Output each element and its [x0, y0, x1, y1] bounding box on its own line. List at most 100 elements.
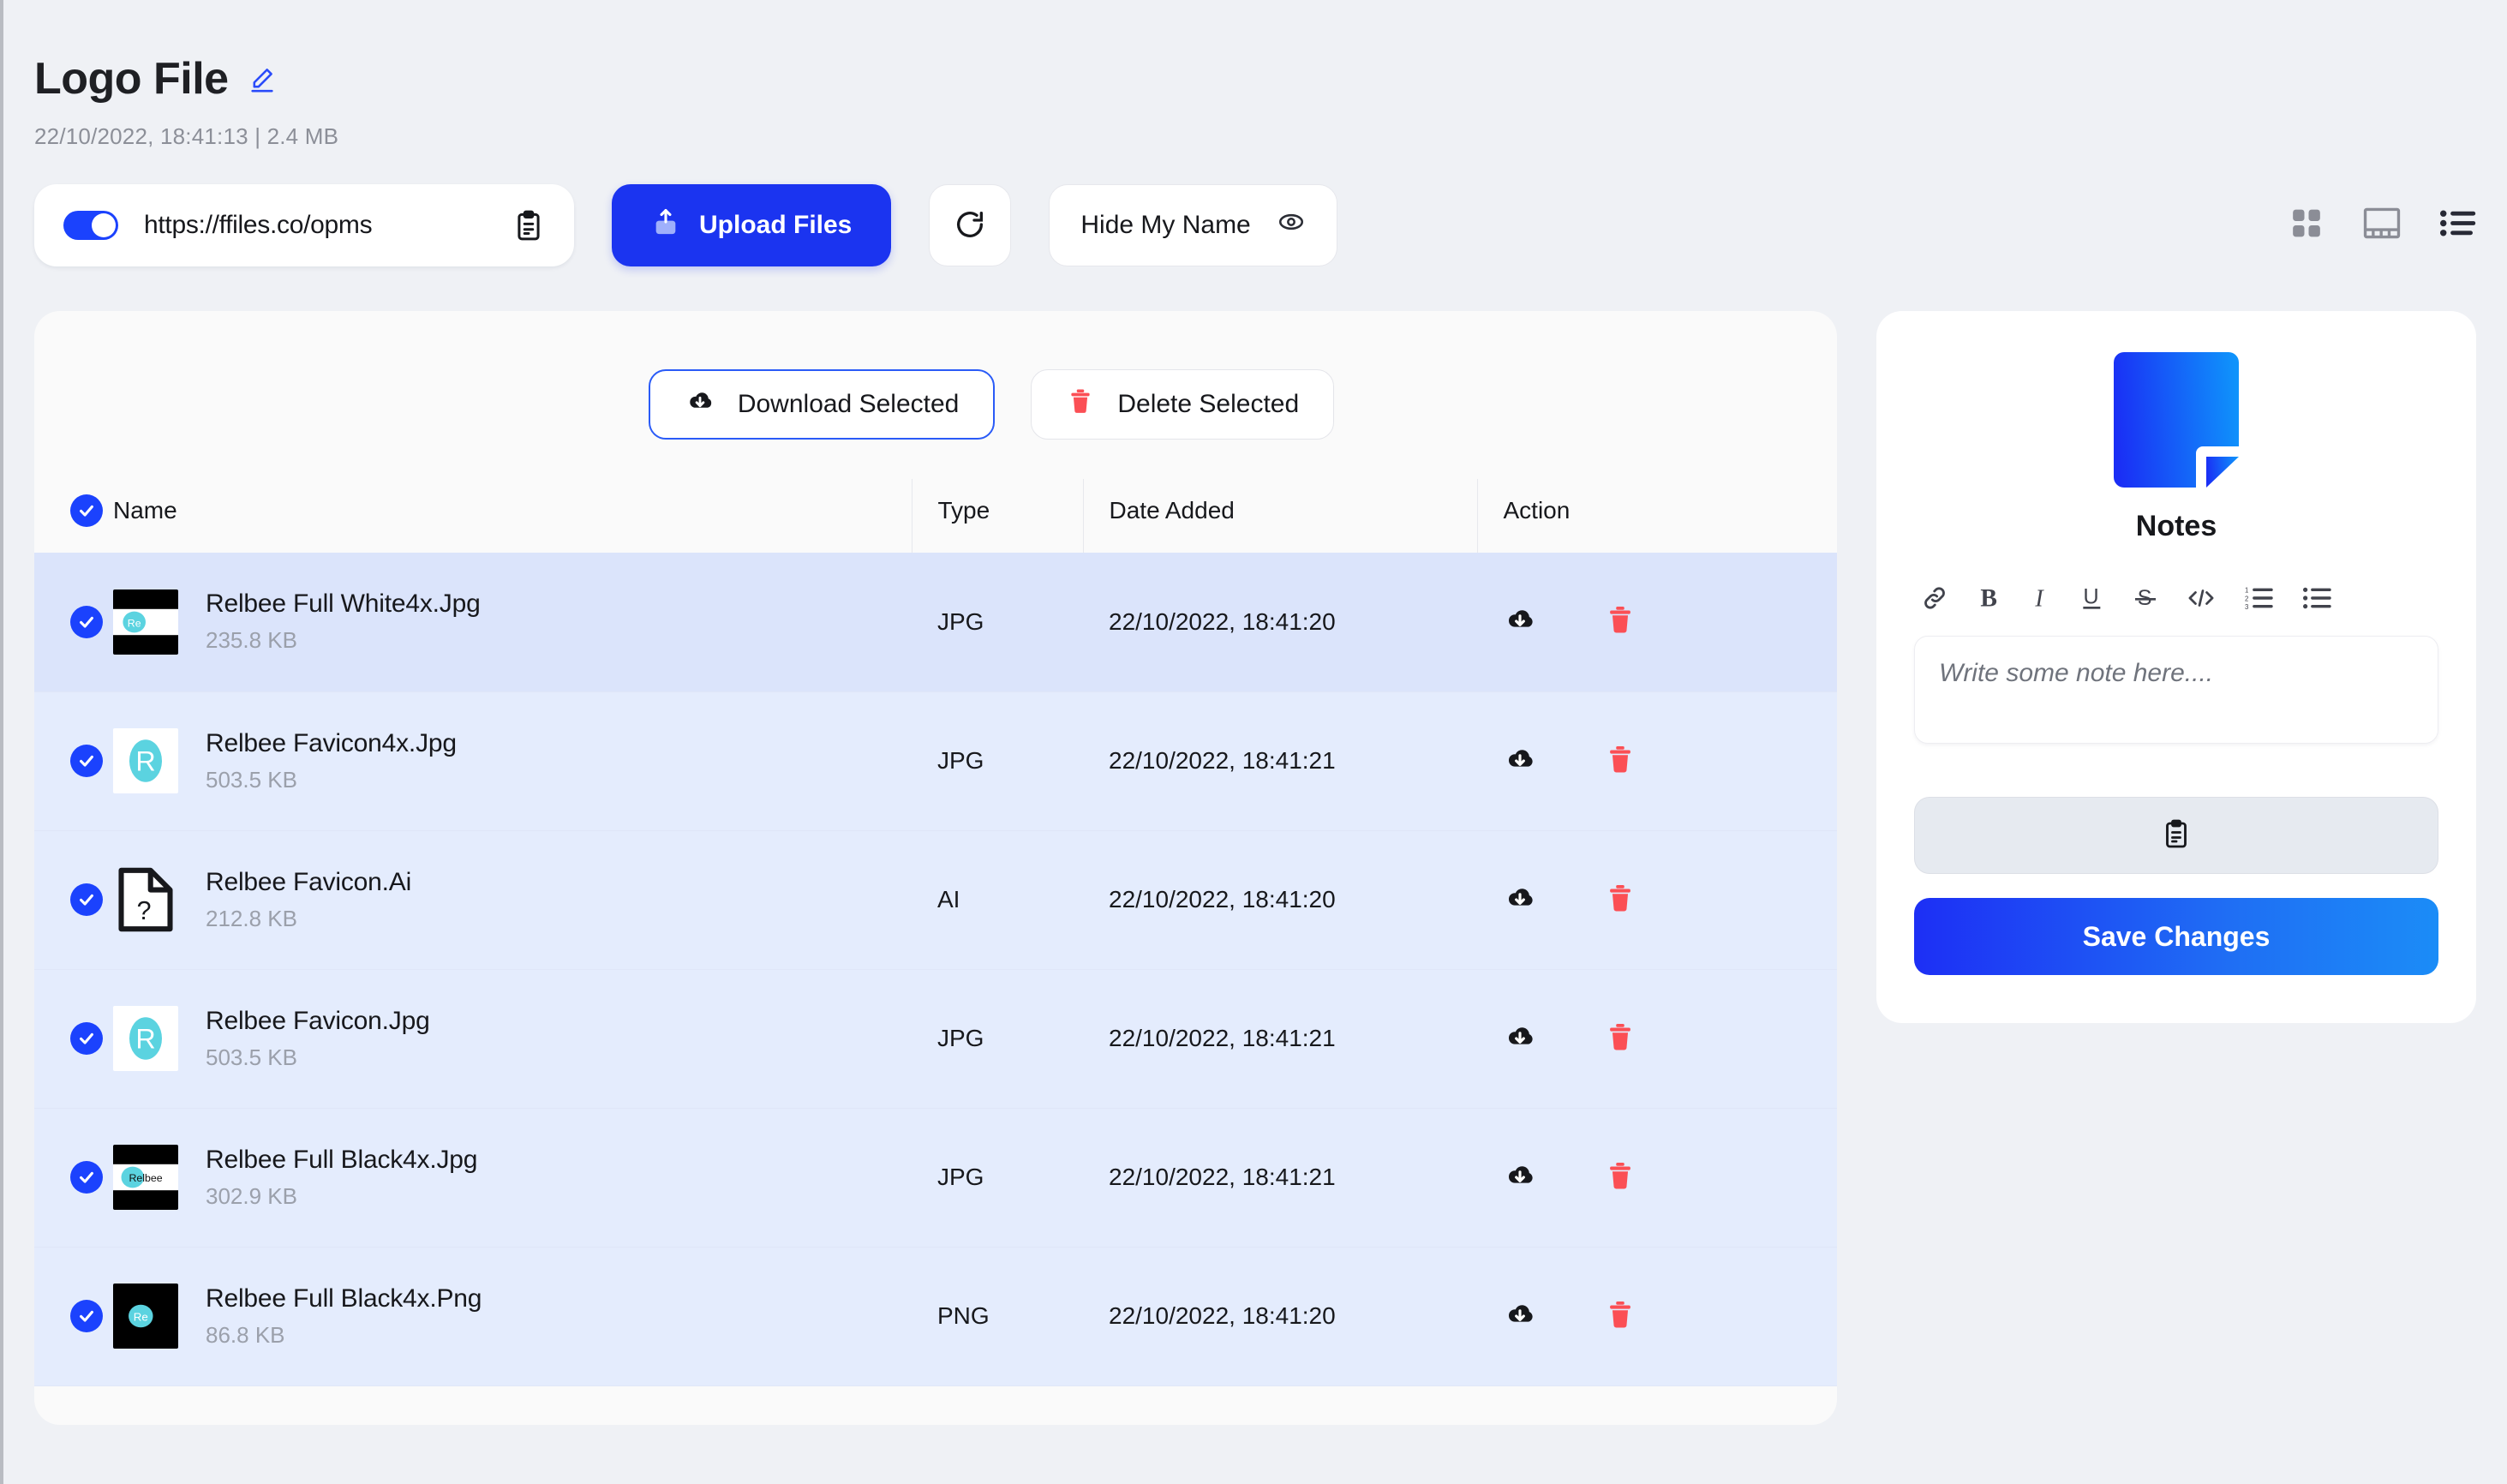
select-all-checkbox[interactable] — [70, 494, 103, 527]
column-header-date: Date Added — [1082, 479, 1477, 553]
note-input[interactable]: Write some note here.... — [1914, 636, 2438, 744]
row-checkbox[interactable] — [70, 1300, 103, 1332]
row-delete-icon[interactable] — [1604, 603, 1636, 640]
row-checkbox[interactable] — [70, 605, 103, 638]
file-thumbnail: R — [113, 728, 178, 793]
svg-text:Re: Re — [134, 1311, 148, 1324]
list-view-icon[interactable] — [2440, 208, 2476, 243]
file-thumbnail: Relbee — [113, 1145, 178, 1210]
content-area: Download Selected Delete Selected Name T… — [34, 311, 2476, 1425]
table-row[interactable]: Re Relbee Full White4x.Jpg 235.8 KB JPG … — [34, 553, 1837, 691]
hide-my-name-button[interactable]: Hide My Name — [1049, 184, 1337, 266]
select-all-header — [34, 479, 113, 553]
svg-text:Re: Re — [128, 617, 141, 629]
title-row: Logo File — [34, 53, 2507, 105]
column-header-name: Name — [113, 497, 177, 524]
files-table: Name Type Date Added Action Re Relbee Fu… — [34, 479, 1837, 1386]
row-download-icon[interactable] — [1503, 602, 1537, 641]
table-row[interactable]: ? Relbee Favicon.Ai 212.8 KB AI 22/10/20… — [34, 830, 1837, 969]
row-checkbox[interactable] — [70, 883, 103, 916]
row-delete-icon[interactable] — [1604, 1159, 1636, 1196]
row-checkbox[interactable] — [70, 745, 103, 777]
files-table-body: Re Relbee Full White4x.Jpg 235.8 KB JPG … — [34, 553, 1837, 1385]
file-date: 22/10/2022, 18:41:20 — [1109, 607, 1336, 635]
file-type: AI — [937, 886, 960, 913]
share-toggle[interactable] — [63, 211, 118, 240]
row-download-icon[interactable] — [1503, 742, 1537, 781]
svg-text:1: 1 — [2245, 586, 2248, 594]
file-size: 235.8 KB — [206, 627, 297, 654]
code-icon[interactable] — [2187, 584, 2216, 612]
pencil-icon[interactable] — [248, 64, 277, 93]
file-size: 503.5 KB — [206, 1044, 297, 1070]
save-changes-button[interactable]: Save Changes — [1914, 898, 2438, 975]
file-size: 302.9 KB — [206, 1182, 297, 1209]
link-icon[interactable] — [1921, 584, 1948, 612]
bold-icon[interactable]: B — [1977, 584, 2001, 612]
table-row[interactable]: Re Relbee Full Black4x.Png 86.8 KB PNG 2… — [34, 1247, 1837, 1385]
row-delete-icon[interactable] — [1604, 882, 1636, 919]
files-panel: Download Selected Delete Selected Name T… — [34, 311, 1837, 1425]
file-type: PNG — [937, 1302, 990, 1329]
file-type: JPG — [937, 1025, 984, 1051]
upload-icon — [651, 207, 680, 243]
table-header-row: Name Type Date Added Action — [34, 479, 1837, 553]
clipboard-icon — [2161, 818, 2192, 853]
share-url-text: https://ffiles.co/opms — [144, 211, 373, 239]
underline-icon[interactable]: U — [2080, 584, 2104, 612]
column-header-type: Type — [911, 479, 1083, 553]
view-toggle-group — [2289, 206, 2476, 245]
file-name: Relbee Full White4x.Jpg — [206, 589, 481, 619]
upload-files-button[interactable]: Upload Files — [612, 184, 892, 266]
file-date: 22/10/2022, 18:41:20 — [1109, 886, 1336, 913]
page-header: Logo File 22/10/2022, 18:41:13 | 2.4 MB — [3, 0, 2507, 150]
table-row[interactable]: R Relbee Favicon4x.Jpg 503.5 KB JPG 22/1… — [34, 691, 1837, 830]
file-date: 22/10/2022, 18:41:21 — [1109, 1025, 1336, 1051]
download-selected-button[interactable]: Download Selected — [648, 369, 996, 440]
table-row[interactable]: Relbee Relbee Full Black4x.Jpg 302.9 KB … — [34, 1108, 1837, 1247]
refresh-button[interactable] — [929, 184, 1012, 266]
file-meta: 22/10/2022, 18:41:13 | 2.4 MB — [34, 123, 339, 149]
svg-text:B: B — [1980, 584, 1997, 612]
column-header-action: Action — [1476, 479, 1837, 553]
row-download-icon[interactable] — [1503, 1158, 1537, 1197]
upload-files-label: Upload Files — [699, 211, 853, 239]
file-name: Relbee Full Black4x.Png — [206, 1284, 482, 1313]
gallery-view-icon[interactable] — [2363, 206, 2401, 245]
note-format-toolbar: B I U S 1 2 3 — [1914, 584, 2438, 612]
unordered-list-icon[interactable] — [2303, 584, 2332, 612]
row-delete-icon[interactable] — [1604, 1298, 1636, 1335]
bulk-actions: Download Selected Delete Selected — [146, 311, 1837, 440]
row-download-icon[interactable] — [1503, 1297, 1537, 1336]
file-date: 22/10/2022, 18:41:21 — [1109, 747, 1336, 774]
file-thumbnail: Re — [113, 589, 178, 655]
grid-view-icon[interactable] — [2289, 206, 2324, 245]
file-thumbnail: ? — [113, 867, 178, 932]
file-name: Relbee Favicon.Jpg — [206, 1006, 430, 1035]
file-size: 212.8 KB — [206, 905, 297, 931]
copy-note-button[interactable] — [1914, 797, 2438, 874]
delete-selected-label: Delete Selected — [1117, 390, 1300, 418]
row-delete-icon[interactable] — [1604, 1020, 1636, 1057]
strikethrough-icon[interactable]: S — [2133, 584, 2157, 612]
svg-text:U: U — [2083, 585, 2098, 609]
row-download-icon[interactable] — [1503, 1020, 1537, 1058]
svg-text:3: 3 — [2245, 603, 2249, 611]
notes-title: Notes — [2135, 510, 2217, 542]
row-checkbox[interactable] — [70, 1022, 103, 1055]
clipboard-icon[interactable] — [512, 209, 545, 242]
svg-text:2: 2 — [2245, 595, 2248, 602]
files-table-head: Name Type Date Added Action — [34, 479, 1837, 553]
note-document-icon — [1914, 352, 2438, 488]
file-date: 22/10/2022, 18:41:21 — [1109, 1164, 1336, 1190]
file-type: JPG — [937, 747, 984, 774]
file-date: 22/10/2022, 18:41:20 — [1109, 1302, 1336, 1329]
row-checkbox[interactable] — [70, 1161, 103, 1194]
table-row[interactable]: R Relbee Favicon.Jpg 503.5 KB JPG 22/10/… — [34, 969, 1837, 1108]
trash-icon — [1066, 386, 1095, 422]
row-download-icon[interactable] — [1503, 881, 1537, 919]
delete-selected-button[interactable]: Delete Selected — [1031, 369, 1335, 440]
ordered-list-icon[interactable]: 1 2 3 — [2245, 584, 2274, 612]
row-delete-icon[interactable] — [1604, 743, 1636, 780]
italic-icon[interactable]: I — [2031, 584, 2051, 612]
